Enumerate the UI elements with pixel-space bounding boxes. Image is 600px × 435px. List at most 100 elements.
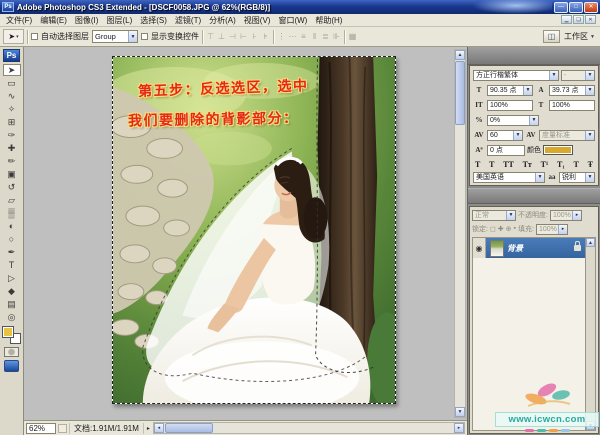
layer-row-background[interactable]: ◉ 背景: [473, 238, 585, 258]
doc-minimize-button[interactable]: ▁: [561, 15, 572, 24]
align-icon[interactable]: ⊧: [261, 32, 270, 41]
baseline-shift-field[interactable]: 0 点: [487, 144, 525, 156]
auto-align-icon[interactable]: ▦: [348, 32, 357, 41]
quick-mask-button[interactable]: [4, 347, 19, 357]
menu-item[interactable]: 图层(L): [102, 15, 136, 26]
scroll-left-icon[interactable]: ◂: [153, 423, 164, 433]
clone-stamp-tool[interactable]: ▣: [3, 168, 21, 180]
distribute-icon[interactable]: ⋮: [277, 32, 286, 41]
lock-icon[interactable]: ⊕: [506, 225, 512, 233]
doc-close-button[interactable]: ✕: [585, 15, 596, 24]
dodge-tool[interactable]: ○: [3, 233, 21, 245]
align-icon[interactable]: ⊣: [228, 32, 237, 41]
menu-item[interactable]: 帮助(H): [311, 15, 346, 26]
eraser-tool[interactable]: ▱: [3, 194, 21, 206]
menu-item[interactable]: 分析(A): [205, 15, 240, 26]
style-toggle-button[interactable]: T: [474, 160, 481, 169]
doc-restore-button[interactable]: ❏: [573, 15, 584, 24]
vertical-scrollbar[interactable]: ▲ ▼: [454, 49, 466, 418]
pen-tool[interactable]: ✒: [3, 246, 21, 258]
tool-preset-picker[interactable]: ➤ ▾: [3, 29, 24, 44]
quick-selection-tool[interactable]: ✧: [3, 103, 21, 115]
notes-tool[interactable]: ▤: [3, 298, 21, 310]
font-family-select[interactable]: 方正行楷繁体 ▼: [473, 69, 559, 81]
horizontal-scroll-thumb[interactable]: [164, 423, 213, 433]
workspace-menu[interactable]: 工作区 ▼: [564, 31, 595, 42]
menu-item[interactable]: 编辑(E): [36, 15, 71, 26]
fill-field[interactable]: 100% ▸: [535, 223, 568, 235]
eyedropper-tool[interactable]: ✑: [3, 129, 21, 141]
style-toggle-button[interactable]: T₁: [556, 160, 566, 169]
rectangular-marquee-tool[interactable]: ▭: [3, 77, 21, 89]
shape-tool[interactable]: ◆: [3, 285, 21, 297]
menu-item[interactable]: 选择(S): [136, 15, 171, 26]
font-style-select[interactable]: - ▼: [561, 69, 595, 81]
lock-icon[interactable]: ✚: [498, 225, 504, 233]
style-toggle-button[interactable]: T¹: [540, 160, 550, 169]
scroll-right-icon[interactable]: ▸: [454, 423, 464, 433]
path-selection-tool[interactable]: ▷: [3, 272, 21, 284]
healing-brush-tool[interactable]: ✚: [3, 142, 21, 154]
menu-item[interactable]: 滤镜(T): [171, 15, 205, 26]
menu-item[interactable]: 图像(I): [71, 15, 103, 26]
zoom-tool[interactable]: ◎: [3, 311, 21, 323]
tracking-field[interactable]: 60 ▼: [487, 129, 523, 141]
align-icon[interactable]: ⊦: [250, 32, 259, 41]
distribute-icon[interactable]: ‖: [310, 32, 319, 41]
move-tool[interactable]: ➤: [2, 64, 21, 76]
blur-tool[interactable]: ◐: [3, 220, 21, 232]
menu-item[interactable]: 视图(V): [240, 15, 275, 26]
bridge-icon[interactable]: ◫: [543, 30, 561, 43]
style-toggle-button[interactable]: Ŧ: [587, 160, 594, 169]
vertical-scale-field[interactable]: 100%: [487, 99, 533, 111]
font-size-field[interactable]: 90.35 点 ▼: [487, 84, 533, 96]
text-color-swatch[interactable]: [543, 145, 573, 155]
brush-tool[interactable]: ✏: [3, 155, 21, 167]
anti-alias-select[interactable]: 锐利 ▼: [559, 171, 595, 183]
scroll-up-icon[interactable]: ▲: [455, 50, 465, 60]
align-icon[interactable]: ⊢: [239, 32, 248, 41]
lock-icon[interactable]: ▪: [514, 225, 516, 233]
align-icon[interactable]: ⊥: [217, 32, 226, 41]
menu-item[interactable]: 窗口(W): [274, 15, 311, 26]
style-toggle-button[interactable]: T: [573, 160, 580, 169]
scroll-down-icon[interactable]: ▼: [455, 407, 465, 417]
opacity-field[interactable]: 100% ▸: [549, 209, 582, 221]
proportional-spacing-field[interactable]: 0% ▼: [487, 114, 539, 126]
horizontal-scale-field[interactable]: 100%: [549, 99, 595, 111]
auto-select-checkbox[interactable]: [31, 33, 38, 40]
style-toggle-button[interactable]: TT: [502, 160, 515, 169]
restore-button[interactable]: □: [569, 1, 583, 13]
history-brush-tool[interactable]: ↺: [3, 181, 21, 193]
screen-mode-button[interactable]: [4, 360, 19, 372]
crop-tool[interactable]: ⊞: [3, 116, 21, 128]
type-tool[interactable]: T: [3, 259, 21, 271]
kerning-field[interactable]: 度量标准 ▼: [539, 129, 595, 141]
layer-thumbnail[interactable]: [490, 239, 504, 257]
status-menu-arrow-icon[interactable]: ▸: [146, 425, 151, 432]
distribute-icon[interactable]: ⋯: [288, 32, 297, 41]
lock-icon[interactable]: ◻: [490, 225, 496, 233]
layer-visibility-toggle[interactable]: ◉: [473, 238, 486, 258]
show-transform-checkbox[interactable]: [141, 33, 148, 40]
blend-mode-select[interactable]: 正常 ▼: [472, 209, 516, 221]
distribute-icon[interactable]: ≣: [321, 32, 330, 41]
vertical-scroll-thumb[interactable]: [455, 61, 465, 125]
lasso-tool[interactable]: ∿: [3, 90, 21, 102]
style-toggle-button[interactable]: T: [488, 160, 495, 169]
close-button[interactable]: ✕: [584, 1, 598, 13]
style-toggle-button[interactable]: Tт: [522, 160, 533, 169]
leading-field[interactable]: 39.73 点 ▼: [549, 84, 595, 96]
zoom-level-field[interactable]: 62%: [26, 422, 56, 434]
align-icon[interactable]: ⊤: [206, 32, 215, 41]
distribute-icon[interactable]: ⊪: [332, 32, 341, 41]
foreground-color-swatch[interactable]: [2, 326, 14, 338]
distribute-icon[interactable]: ≡: [299, 32, 308, 41]
menu-item[interactable]: 文件(F): [2, 15, 36, 26]
scroll-up-icon[interactable]: ▲: [586, 238, 595, 247]
minimize-button[interactable]: —: [554, 1, 568, 13]
photo-document[interactable]: 第五步：反选选区，选中 我们要删除的背影部分：: [112, 56, 396, 404]
language-select[interactable]: 美国英语 ▼: [473, 171, 545, 183]
horizontal-scrollbar[interactable]: ◂ ▸: [152, 422, 465, 434]
group-select[interactable]: Group ▼: [92, 30, 138, 43]
